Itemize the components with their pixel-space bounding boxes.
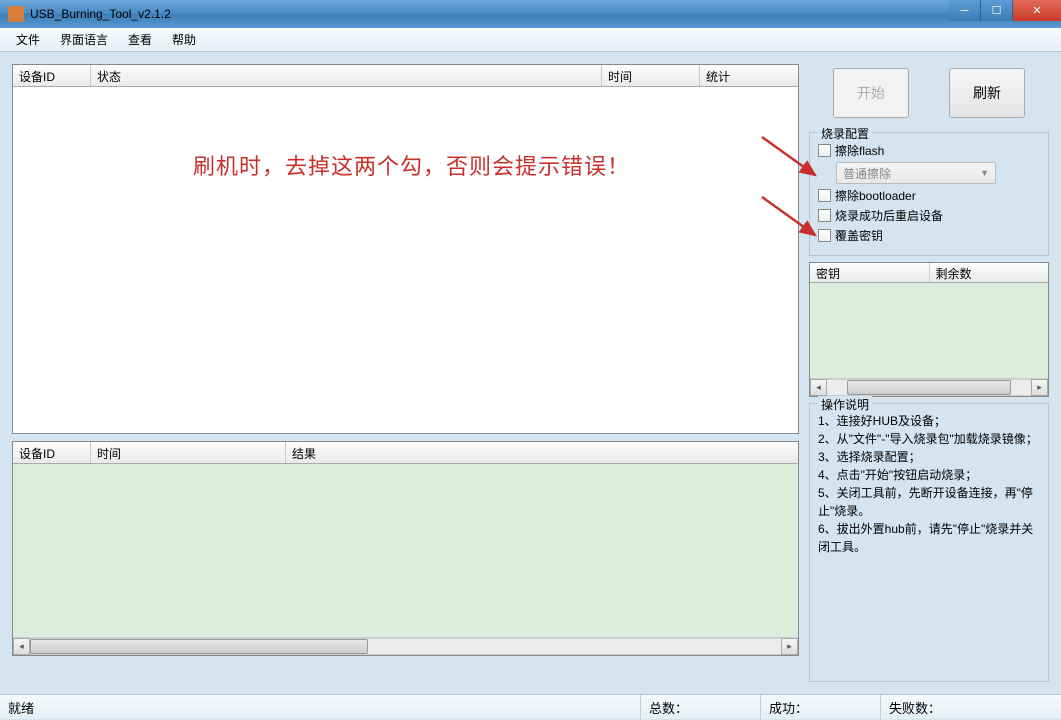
content-area: 设备ID 状态 时间 统计 刷机时，去掉这两个勾，否则会提示错误！ 设备ID 时…	[0, 52, 1061, 694]
result-scrollbar[interactable]: ◂ ▸	[13, 637, 798, 655]
erase-bootloader-row[interactable]: 擦除bootloader	[818, 187, 1040, 204]
scroll-left-icon[interactable]: ◂	[13, 638, 30, 655]
menu-view[interactable]: 查看	[118, 28, 162, 51]
menu-language[interactable]: 界面语言	[50, 28, 118, 51]
device-status-header: 设备ID 状态 时间 统计	[13, 65, 798, 87]
minimize-button[interactable]: ─	[949, 0, 981, 21]
chevron-down-icon: ▼	[980, 168, 989, 178]
erase-mode-value: 普通擦除	[843, 165, 891, 182]
col-time[interactable]: 时间	[602, 65, 700, 86]
instruction-line: 4、点击"开始"按钮启动烧录；	[818, 466, 1040, 484]
device-status-body: 刷机时，去掉这两个勾，否则会提示错误！	[13, 87, 798, 433]
start-button[interactable]: 开始	[833, 68, 909, 118]
menubar: 文件 界面语言 查看 帮助	[0, 28, 1061, 52]
instruction-line: 5、关闭工具前，先断开设备连接，再"停止"烧录。	[818, 484, 1040, 520]
instruction-line: 6、拔出外置hub前，请先"停止"烧录并关闭工具。	[818, 520, 1040, 556]
action-buttons: 开始 刷新	[809, 64, 1049, 126]
checkbox-icon[interactable]	[818, 229, 831, 242]
key-body	[810, 283, 1048, 378]
result-header: 设备ID 时间 结果	[13, 442, 798, 464]
status-ready: 就绪	[0, 695, 640, 720]
reboot-after-row[interactable]: 烧录成功后重启设备	[818, 207, 1040, 224]
col2-time[interactable]: 时间	[91, 442, 286, 463]
overwrite-key-row[interactable]: 覆盖密钥	[818, 227, 1040, 244]
checkbox-icon[interactable]	[818, 209, 831, 222]
menu-help[interactable]: 帮助	[162, 28, 206, 51]
instruction-line: 2、从"文件"-"导入烧录包"加载烧录镜像；	[818, 430, 1040, 448]
status-fail: 失败数：	[880, 695, 1061, 720]
checkbox-icon[interactable]	[818, 189, 831, 202]
instructions-box: 操作说明 1、连接好HUB及设备； 2、从"文件"-"导入烧录包"加载烧录镜像；…	[809, 403, 1049, 682]
scroll-left-icon[interactable]: ◂	[810, 379, 827, 396]
key-table: 密钥 剩余数 ◂ ▸	[809, 262, 1049, 397]
checkbox-icon[interactable]	[818, 144, 831, 157]
menu-file[interactable]: 文件	[6, 28, 50, 51]
reboot-after-label: 烧录成功后重启设备	[835, 207, 943, 224]
window-controls: ─ ☐ ✕	[949, 0, 1061, 21]
titlebar: USB_Burning_Tool_v2.1.2 ─ ☐ ✕	[0, 0, 1061, 28]
statusbar: 就绪 总数： 成功： 失败数：	[0, 694, 1061, 719]
result-body	[13, 464, 798, 637]
col2-device-id[interactable]: 设备ID	[13, 442, 91, 463]
instruction-line: 3、选择烧录配置；	[818, 448, 1040, 466]
result-table: 设备ID 时间 结果 ◂ ▸	[12, 441, 799, 656]
erase-flash-row[interactable]: 擦除flash	[818, 142, 1040, 159]
scroll-track[interactable]	[827, 379, 1031, 396]
device-status-table: 设备ID 状态 时间 统计 刷机时，去掉这两个勾，否则会提示错误！	[12, 64, 799, 434]
col-stats[interactable]: 统计	[700, 65, 798, 86]
col-key[interactable]: 密钥	[810, 263, 930, 282]
scroll-thumb[interactable]	[847, 380, 1010, 395]
refresh-button[interactable]: 刷新	[949, 68, 1025, 118]
key-header: 密钥 剩余数	[810, 263, 1048, 283]
erase-mode-select[interactable]: 普通擦除 ▼	[836, 162, 996, 184]
left-column: 设备ID 状态 时间 统计 刷机时，去掉这两个勾，否则会提示错误！ 设备ID 时…	[12, 64, 799, 682]
overwrite-key-label: 覆盖密钥	[835, 227, 883, 244]
instructions-title: 操作说明	[818, 396, 872, 414]
col2-result[interactable]: 结果	[286, 442, 798, 463]
status-total: 总数：	[640, 695, 760, 720]
app-icon	[8, 6, 24, 22]
maximize-button[interactable]: ☐	[981, 0, 1013, 21]
burn-config-title: 烧录配置	[818, 125, 872, 142]
scroll-right-icon[interactable]: ▸	[1031, 379, 1048, 396]
window-title: USB_Burning_Tool_v2.1.2	[30, 7, 171, 21]
status-success: 成功：	[760, 695, 880, 720]
annotation-text: 刷机时，去掉这两个勾，否则会提示错误！	[193, 149, 630, 181]
col-remaining[interactable]: 剩余数	[930, 263, 1049, 282]
burn-config-group: 烧录配置 擦除flash 普通擦除 ▼ 擦除bootloader 烧录成功后重启…	[809, 132, 1049, 256]
scroll-thumb[interactable]	[30, 639, 368, 654]
scroll-right-icon[interactable]: ▸	[781, 638, 798, 655]
instruction-line: 1、连接好HUB及设备；	[818, 412, 1040, 430]
scroll-track[interactable]	[30, 638, 781, 655]
col-status[interactable]: 状态	[91, 65, 602, 86]
erase-flash-label: 擦除flash	[835, 142, 884, 159]
close-button[interactable]: ✕	[1013, 0, 1061, 21]
erase-bootloader-label: 擦除bootloader	[835, 187, 916, 204]
col-device-id[interactable]: 设备ID	[13, 65, 91, 86]
key-scrollbar[interactable]: ◂ ▸	[810, 378, 1048, 396]
right-column: 开始 刷新 烧录配置 擦除flash 普通擦除 ▼ 擦除bootloader 烧…	[809, 64, 1049, 682]
